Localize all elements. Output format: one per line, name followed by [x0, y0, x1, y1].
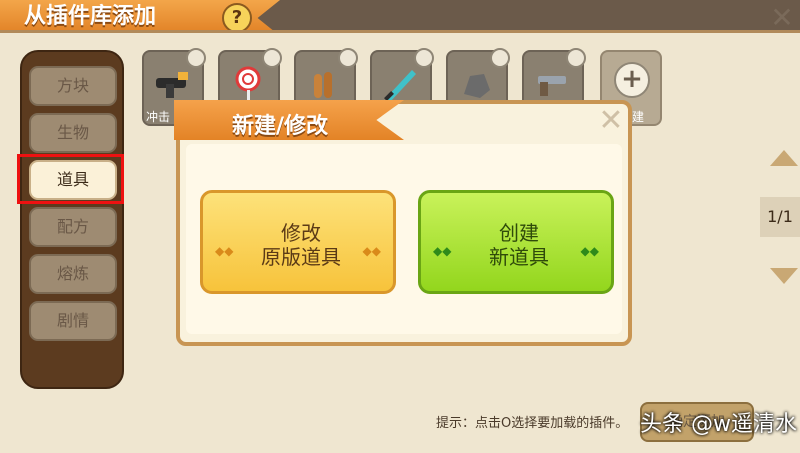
watermark: 头条 @w遥清水	[640, 412, 797, 437]
dialog-close-icon[interactable]: ✕	[596, 106, 626, 136]
category-recipes[interactable]: 配方	[29, 207, 117, 247]
create-new-item-button[interactable]: ◆◆ 创建 新道具 ◆◆	[418, 190, 614, 294]
category-sidebar: 方块 生物 道具 配方 熔炼 剧情	[20, 50, 124, 389]
plus-icon: +	[614, 62, 650, 98]
pistol-icon	[538, 76, 566, 96]
category-story[interactable]: 剧情	[29, 301, 117, 341]
dialog-title: 新建/修改	[232, 114, 329, 139]
create-edit-dialog: 新建/修改 ✕ ◆◆ 修改 原版道具 ◆◆ ◆◆ 创建 新道具 ◆◆	[174, 100, 632, 346]
selection-highlight	[17, 154, 124, 204]
diamond-deco-icon: ◆◆	[580, 244, 599, 258]
diamond-deco-icon: ◆◆	[362, 244, 381, 258]
item-label: 冲击	[146, 110, 171, 124]
close-button[interactable]: ✕	[768, 4, 796, 32]
page-down-icon[interactable]	[770, 268, 798, 284]
stone-icon	[464, 74, 490, 98]
page-up-icon[interactable]	[770, 150, 798, 166]
gun-icon	[156, 72, 188, 98]
sword-icon	[384, 70, 416, 102]
lollipop-icon	[235, 66, 261, 102]
page-indicator: 1/1	[760, 197, 800, 237]
category-blocks[interactable]: 方块	[29, 66, 117, 106]
window-title: 从插件库添加	[24, 4, 157, 29]
hint-text: 提示：点击O选择要加载的插件。	[436, 416, 629, 431]
title-bar: 从插件库添加 ? ✕	[0, 0, 800, 36]
modify-original-item-button[interactable]: ◆◆ 修改 原版道具 ◆◆	[200, 190, 396, 294]
help-button[interactable]: ?	[222, 3, 252, 33]
category-creatures[interactable]: 生物	[29, 113, 117, 153]
bullets-icon	[314, 72, 332, 98]
category-smelting[interactable]: 熔炼	[29, 254, 117, 294]
add-label: 建	[632, 110, 645, 124]
